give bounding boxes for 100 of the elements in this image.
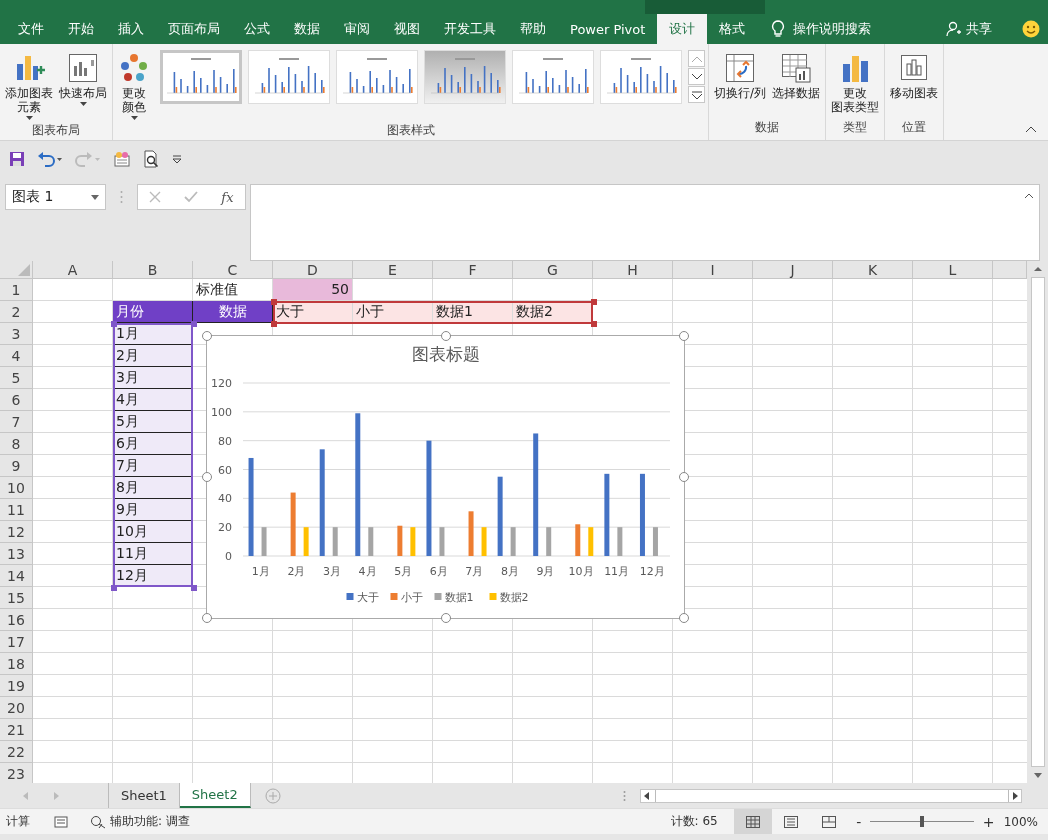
splitter-icon[interactable] — [622, 789, 626, 802]
bar[interactable] — [397, 525, 403, 556]
row-header[interactable]: 7 — [0, 411, 33, 433]
ribbon-button[interactable]: 切换行/列 — [712, 50, 769, 102]
column-header[interactable]: D — [273, 261, 353, 279]
bar[interactable] — [617, 527, 623, 556]
row-header[interactable]: 1 — [0, 279, 33, 301]
bar[interactable] — [319, 449, 325, 556]
resize-handle[interactable] — [202, 472, 212, 482]
column-header[interactable] — [993, 261, 1027, 279]
bar[interactable] — [497, 476, 503, 556]
column-header[interactable]: E — [353, 261, 433, 279]
chart-style-thumbnail[interactable] — [424, 50, 506, 104]
scroll-right-icon[interactable] — [1012, 791, 1018, 800]
scroll-left-icon[interactable] — [643, 791, 649, 800]
resize-handle[interactable] — [679, 331, 689, 341]
row-header[interactable]: 19 — [0, 675, 33, 697]
row-header[interactable]: 23 — [0, 763, 33, 783]
ribbon-button[interactable]: 移动图表 — [888, 50, 941, 102]
row-header[interactable]: 12 — [0, 521, 33, 543]
row-header[interactable]: 4 — [0, 345, 33, 367]
bar[interactable] — [510, 527, 516, 556]
bar[interactable] — [533, 433, 539, 556]
ribbon-button[interactable]: 更改 颜色 — [116, 50, 152, 122]
next-sheet-icon[interactable] — [52, 791, 60, 800]
redo-icon[interactable] — [75, 150, 101, 167]
confirm-check-icon[interactable] — [184, 191, 199, 203]
resize-handle[interactable] — [440, 331, 451, 341]
ribbon-button[interactable]: 更改 图表类型 — [829, 50, 882, 116]
bar[interactable] — [290, 492, 296, 556]
resize-handle[interactable] — [202, 331, 212, 341]
bar[interactable] — [248, 457, 254, 556]
range-handle[interactable] — [111, 321, 117, 327]
ribbon-tab[interactable]: 插入 — [106, 14, 156, 44]
row-header[interactable]: 20 — [0, 697, 33, 719]
chevron-up-icon[interactable] — [1025, 193, 1033, 198]
range-handle[interactable] — [271, 321, 277, 327]
row-header[interactable]: 11 — [0, 499, 33, 521]
row-header[interactable]: 10 — [0, 477, 33, 499]
name-box[interactable]: 图表 1 — [5, 184, 106, 210]
ribbon-tab[interactable]: 审阅 — [332, 14, 382, 44]
range-handle[interactable] — [191, 321, 197, 327]
row-header[interactable]: 22 — [0, 741, 33, 763]
row-header[interactable]: 14 — [0, 565, 33, 587]
range-handle[interactable] — [591, 299, 597, 305]
resize-handle[interactable] — [679, 472, 689, 482]
chart-style-thumbnail[interactable] — [160, 50, 242, 104]
row-header[interactable]: 9 — [0, 455, 33, 477]
scroll-down-icon[interactable] — [1033, 773, 1042, 778]
customize-caret-icon[interactable] — [171, 153, 183, 164]
column-header[interactable]: H — [593, 261, 673, 279]
scroll-thumb[interactable] — [654, 789, 1009, 802]
resize-handle[interactable] — [679, 613, 689, 623]
gallery-more-button[interactable] — [688, 86, 705, 103]
share-button[interactable]: 共享 — [946, 14, 992, 44]
print-preview-icon[interactable] — [143, 149, 159, 168]
range-handle[interactable] — [111, 585, 117, 591]
range-handle[interactable] — [191, 585, 197, 591]
column-header[interactable]: J — [753, 261, 833, 279]
chart-style-thumbnail[interactable] — [600, 50, 682, 104]
previous-sheet-icon[interactable] — [22, 791, 30, 800]
bar[interactable] — [546, 527, 552, 556]
row-header[interactable]: 15 — [0, 587, 33, 609]
ribbon-tab[interactable]: 页面布局 — [156, 14, 232, 44]
collapse-ribbon-icon[interactable] — [1026, 126, 1036, 132]
zoom-out-button[interactable]: - — [851, 813, 866, 830]
gallery-down-button[interactable] — [688, 68, 705, 85]
bar[interactable] — [368, 527, 374, 556]
add-sheet-icon[interactable] — [264, 787, 281, 804]
bar[interactable] — [604, 473, 610, 556]
save-icon[interactable] — [9, 150, 25, 167]
range-handle[interactable] — [591, 321, 597, 327]
chart-style-thumbnail[interactable] — [336, 50, 418, 104]
tell-me-search[interactable]: 操作说明搜索 — [771, 14, 872, 44]
ribbon-button[interactable]: 快速布局 — [57, 50, 109, 108]
sheet-tab[interactable]: Sheet2 — [179, 783, 251, 808]
ribbon-tab[interactable]: 设计 — [657, 14, 708, 44]
bar[interactable] — [355, 413, 361, 556]
column-header[interactable]: F — [433, 261, 513, 279]
row-header[interactable]: 18 — [0, 653, 33, 675]
row-header[interactable]: 17 — [0, 631, 33, 653]
ribbon-tab[interactable]: 帮助 — [508, 14, 558, 44]
chart-title[interactable]: 图表标题 — [411, 344, 480, 364]
ribbon-tab[interactable]: 文件 — [6, 14, 56, 44]
formula-input[interactable] — [250, 184, 1040, 261]
chart-style-thumbnail[interactable] — [512, 50, 594, 104]
zoom-thumb[interactable] — [919, 816, 924, 827]
ribbon-tab[interactable]: 公式 — [232, 14, 282, 44]
column-header[interactable]: B — [113, 261, 193, 279]
column-header[interactable]: C — [193, 261, 273, 279]
column-header[interactable]: A — [33, 261, 113, 279]
cancel-icon[interactable] — [149, 191, 162, 203]
ribbon-tab[interactable]: Power Pivot — [558, 14, 658, 44]
ribbon-button[interactable]: 添加图表 元素 — [3, 50, 55, 122]
row-header[interactable]: 5 — [0, 367, 33, 389]
drag-handle-icon[interactable] — [120, 190, 123, 204]
view-button[interactable] — [733, 809, 772, 834]
bar[interactable] — [426, 440, 432, 556]
row-header[interactable]: 2 — [0, 301, 33, 323]
resize-handle[interactable] — [440, 613, 451, 623]
